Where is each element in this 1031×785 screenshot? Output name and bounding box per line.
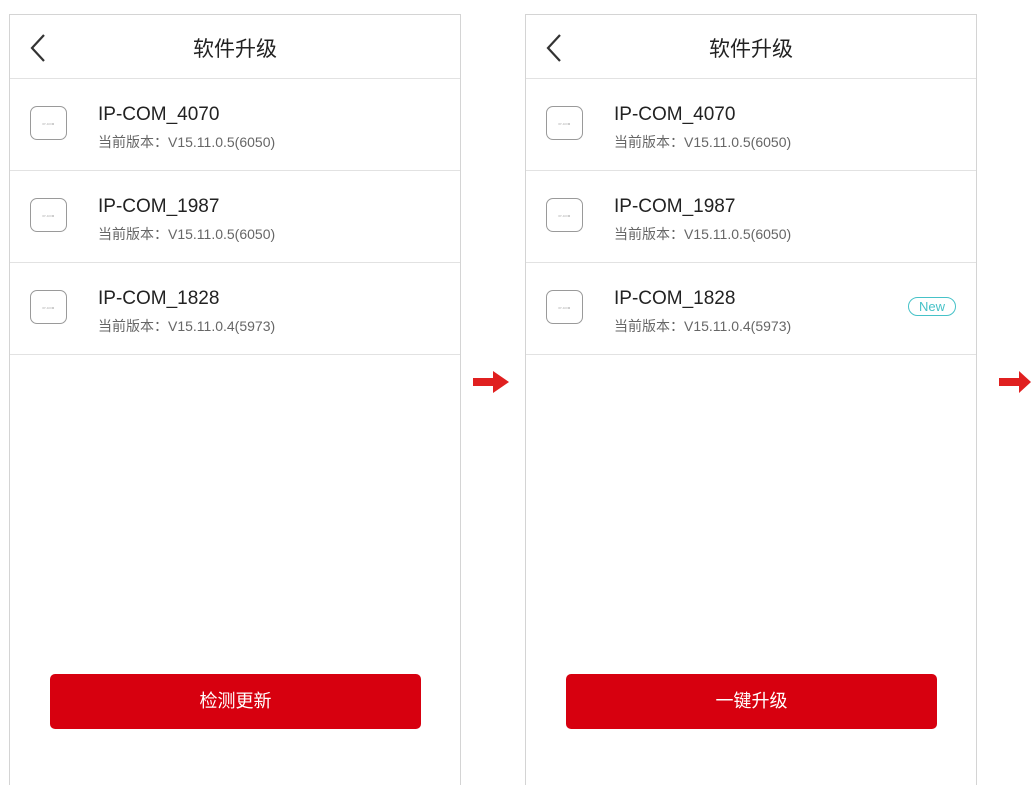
device-name: IP-COM_1987	[98, 196, 220, 217]
screen-check-update: 软件升级 IP-COM IP-COM_4070 当前版本：V15.11.0.5(…	[9, 14, 461, 785]
arrow-right-icon	[999, 371, 1031, 393]
device-list: IP-COM IP-COM_4070 当前版本：V15.11.0.5(6050)…	[10, 79, 460, 355]
page-title: 软件升级	[193, 38, 277, 61]
device-version: 当前版本：V15.11.0.5(6050)	[98, 226, 276, 242]
device-version: 当前版本：V15.11.0.4(5973)	[98, 318, 276, 334]
device-version: 当前版本：V15.11.0.4(5973)	[614, 318, 792, 334]
device-name: IP-COM_4070	[98, 104, 220, 125]
router-device-icon: IP-COM	[546, 198, 583, 232]
device-row[interactable]: IP-COM IP-COM_4070 当前版本：V15.11.0.5(6050)	[526, 79, 976, 171]
device-row[interactable]: IP-COM IP-COM_1987 当前版本：V15.11.0.5(6050)	[10, 171, 460, 263]
screen-one-click-upgrade: 软件升级 IP-COM IP-COM_4070 当前版本：V15.11.0.5(…	[525, 14, 977, 785]
device-row[interactable]: IP-COM IP-COM_1987 当前版本：V15.11.0.5(6050)	[526, 171, 976, 263]
device-version: 当前版本：V15.11.0.5(6050)	[614, 226, 792, 242]
device-list: IP-COM IP-COM_4070 当前版本：V15.11.0.5(6050)…	[526, 79, 976, 355]
router-device-icon: IP-COM	[546, 106, 583, 140]
device-name: IP-COM_1828	[614, 288, 736, 309]
page-title: 软件升级	[709, 38, 793, 61]
top-bar: 软件升级	[10, 15, 460, 79]
router-device-icon: IP-COM	[30, 198, 67, 232]
device-logo: IP-COM	[558, 122, 571, 126]
top-bar: 软件升级	[526, 15, 976, 79]
device-logo: IP-COM	[42, 122, 55, 126]
device-name: IP-COM_4070	[614, 104, 736, 125]
device-name: IP-COM_1828	[98, 288, 220, 309]
device-logo: IP-COM	[42, 306, 55, 310]
device-logo: IP-COM	[42, 214, 55, 218]
one-click-upgrade-button[interactable]: 一键升级	[566, 674, 937, 729]
device-version: 当前版本：V15.11.0.5(6050)	[614, 134, 792, 150]
device-version: 当前版本：V15.11.0.5(6050)	[98, 134, 276, 150]
device-row[interactable]: IP-COM IP-COM_1828 当前版本：V15.11.0.4(5973)…	[526, 263, 976, 355]
device-logo: IP-COM	[558, 306, 571, 310]
device-logo: IP-COM	[558, 214, 571, 218]
new-version-badge: New	[908, 297, 956, 316]
check-update-button[interactable]: 检测更新	[50, 674, 421, 729]
router-device-icon: IP-COM	[546, 290, 583, 324]
device-row[interactable]: IP-COM IP-COM_1828 当前版本：V15.11.0.4(5973)	[10, 263, 460, 355]
arrow-right-icon	[473, 371, 509, 393]
router-device-icon: IP-COM	[30, 106, 67, 140]
device-row[interactable]: IP-COM IP-COM_4070 当前版本：V15.11.0.5(6050)	[10, 79, 460, 171]
device-name: IP-COM_1987	[614, 196, 736, 217]
router-device-icon: IP-COM	[30, 290, 67, 324]
